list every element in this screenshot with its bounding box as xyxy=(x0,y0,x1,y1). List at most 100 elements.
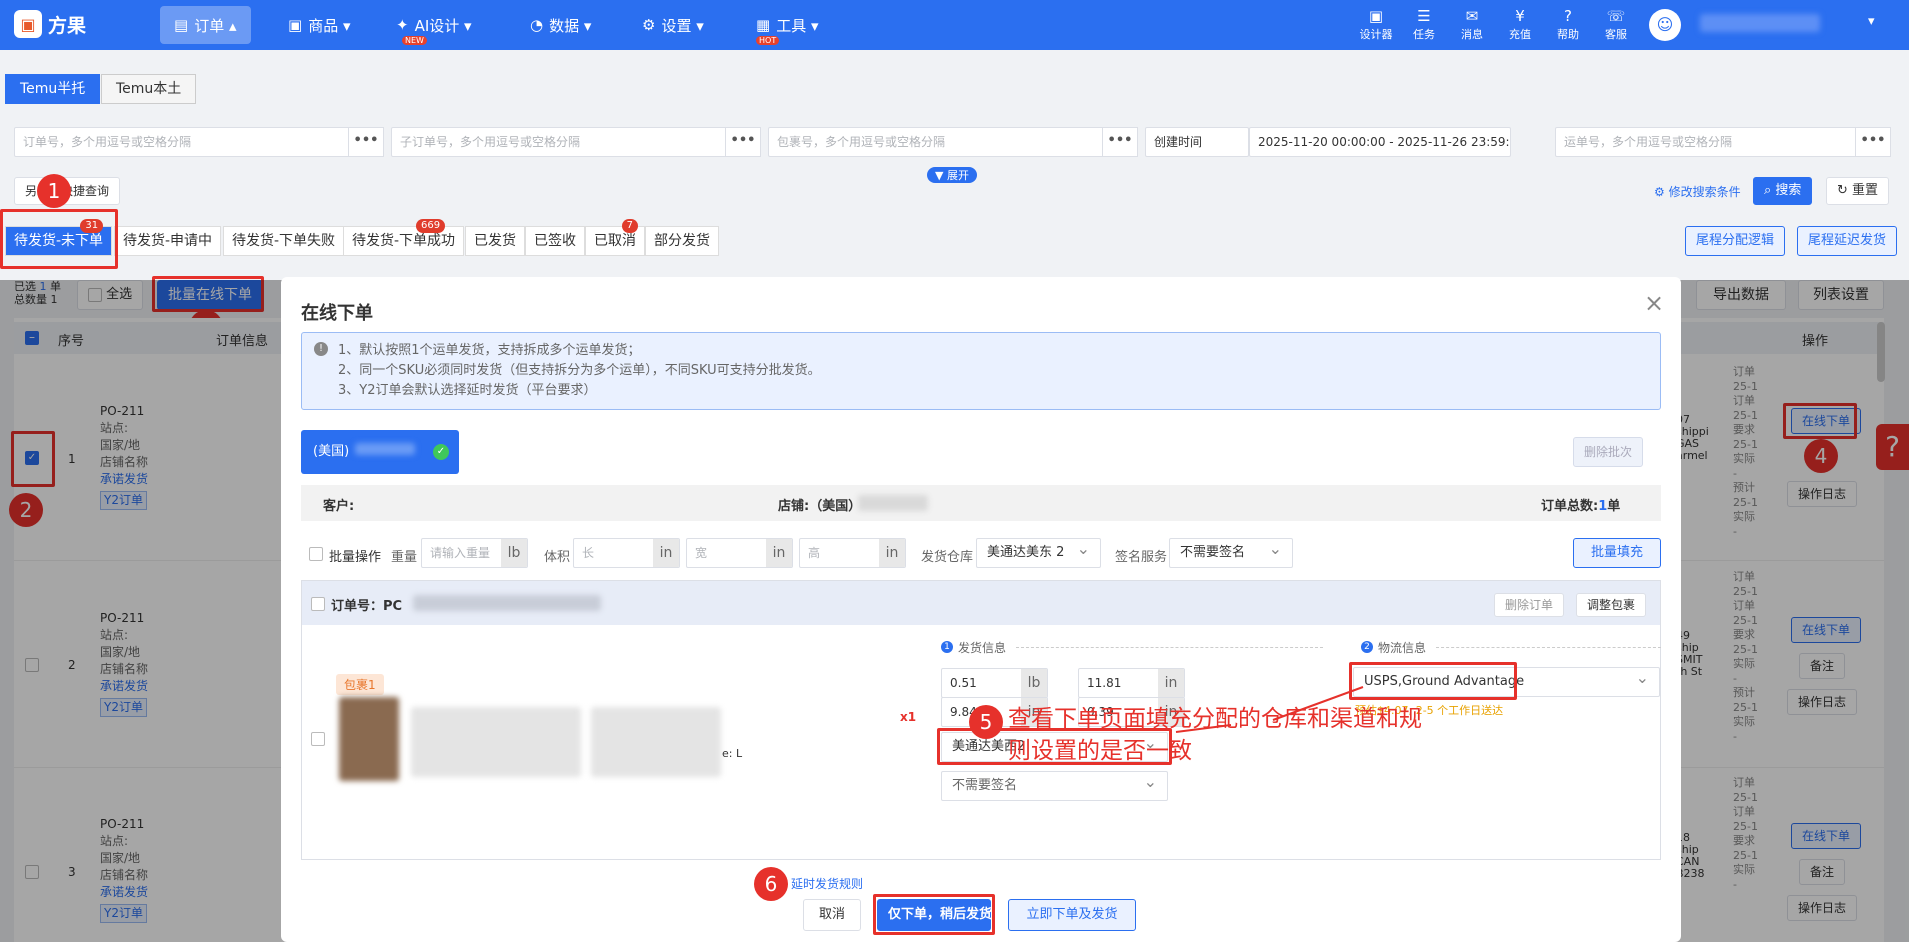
chevron-down-icon[interactable]: ▾ xyxy=(1868,14,1875,29)
total-label: 订单总数: xyxy=(1541,499,1599,514)
more-button[interactable]: ••• xyxy=(348,127,384,157)
unit: in xyxy=(653,539,679,567)
quantity: x1 xyxy=(900,710,917,724)
order-checkbox[interactable] xyxy=(311,597,325,611)
tail-logic-button[interactable]: 尾程分配逻辑 xyxy=(1685,226,1786,256)
user-avatar[interactable]: ☺ xyxy=(1649,9,1681,41)
notice-box: ! 1、默认按照1个运单发货，支持拆成多个运单发货； 2、同一个SKU必须同时发货… xyxy=(301,332,1661,410)
tool-label: 充值 xyxy=(1509,28,1531,41)
time-type-select[interactable]: 创建时间 xyxy=(1145,127,1249,157)
help-icon: ? xyxy=(1564,7,1572,25)
gear-icon: ⚙ xyxy=(1654,185,1669,199)
batch-label: (美国) xyxy=(313,444,350,459)
batch-fill-button[interactable]: 批量填充 xyxy=(1573,538,1661,568)
value: 0.51 xyxy=(950,676,977,690)
package-no-input[interactable]: 包裹号，多个用逗号或空格分隔 xyxy=(768,127,1104,157)
nav-label: 设置 ▾ xyxy=(661,16,704,35)
username-blurred xyxy=(1700,14,1830,34)
batch-tab[interactable]: (美国) ✓ xyxy=(301,430,459,474)
length-input[interactable]: 长 in xyxy=(573,538,680,568)
reset-label: 重置 xyxy=(1852,183,1879,198)
order-ship-now-button[interactable]: 立即下单及发货 xyxy=(1008,899,1136,931)
weight-label: 重量 xyxy=(391,550,418,565)
placeholder: 请输入重量 xyxy=(430,546,491,560)
nav-settings[interactable]: ⚙ 设置 ▾ xyxy=(628,6,718,44)
tab-signed[interactable]: 已签收 xyxy=(525,226,585,256)
tab-label: 已取消 xyxy=(594,233,636,249)
note-line: 3、Y2订单会默认选择延时发货（平台要求） xyxy=(338,383,597,398)
tool-label: 帮助 xyxy=(1557,28,1579,41)
modify-label: 修改搜索条件 xyxy=(1668,185,1741,199)
count-badge: 7 xyxy=(621,219,638,233)
tool-messages[interactable]: ✉ 消息 xyxy=(1452,6,1492,42)
more-button[interactable]: ••• xyxy=(1102,127,1138,157)
tool-label: 任务 xyxy=(1413,28,1435,41)
step-marker-5: 5 xyxy=(969,705,1003,739)
warehouse-select[interactable]: 美通达美东 2 xyxy=(976,535,1101,568)
placeholder: 宽 xyxy=(695,546,708,560)
tab-pending-success[interactable]: 待发货-下单成功 669 xyxy=(343,219,465,256)
close-icon[interactable]: × xyxy=(1644,289,1664,317)
time-range-input[interactable]: 2025-11-20 00:00:00 - 2025-11-26 23:59:5… xyxy=(1249,127,1511,157)
tool-label: 设计器 xyxy=(1359,28,1393,41)
height-input[interactable]: 高 in xyxy=(799,538,906,568)
modal-title: 在线下单 xyxy=(301,303,373,324)
tab-partial[interactable]: 部分发货 xyxy=(645,226,719,256)
adjust-package-button[interactable]: 调整包裹 xyxy=(1576,593,1647,617)
order-no-input[interactable]: 订单号，多个用逗号或空格分隔 xyxy=(14,127,350,157)
more-button[interactable]: ••• xyxy=(725,127,761,157)
unit: in xyxy=(766,539,792,567)
search-icon: ⌕ xyxy=(1764,183,1776,198)
tab-cancelled[interactable]: 已取消 7 xyxy=(585,219,645,256)
expand-button[interactable]: ▼ 展开 xyxy=(927,167,977,183)
tool-tasks[interactable]: ☰ 任务 xyxy=(1404,6,1444,42)
sub-order-input[interactable]: 子订单号，多个用逗号或空格分隔 xyxy=(391,127,727,157)
headset-icon: ☏ xyxy=(1606,7,1626,25)
tail-delay-button[interactable]: 尾程延迟发货 xyxy=(1797,226,1898,256)
order-no-label: 订单号：PC xyxy=(331,599,403,614)
item-checkbox[interactable] xyxy=(311,732,325,746)
step-number-icon: 1 xyxy=(941,641,953,653)
message-icon: ✉ xyxy=(1465,7,1479,25)
blurred-order-no xyxy=(413,595,601,611)
nav-ai-design[interactable]: ✦ AI设计 ▾ xyxy=(382,6,486,44)
tab-shipped[interactable]: 已发货 xyxy=(465,226,525,256)
divider xyxy=(1436,647,1661,648)
waybill-input[interactable]: 运单号，多个用逗号或空格分隔 xyxy=(1555,127,1857,157)
tool-designer[interactable]: ▣ 设计器 xyxy=(1356,6,1396,42)
app-logo[interactable]: ▣ 方果 xyxy=(14,10,86,38)
reset-icon: ↻ xyxy=(1837,183,1853,198)
tab-pending-failed[interactable]: 待发货-下单失败 xyxy=(223,226,345,256)
modify-search-link[interactable]: ⚙ 修改搜索条件 xyxy=(1654,183,1741,200)
ship-sign-select[interactable]: 不需要签名 xyxy=(941,768,1168,801)
nav-label: 订单 ▴ xyxy=(194,16,237,35)
tab-temu-local[interactable]: Temu本土 xyxy=(101,74,197,104)
callout-text: 查看下单页面填充分配的仓库和渠道和规则设置的是否一致 xyxy=(1008,706,1422,764)
ship-info-title: 发货信息 xyxy=(958,641,1007,655)
batch-op-checkbox[interactable] xyxy=(309,547,323,561)
sign-select[interactable]: 不需要签名 xyxy=(1169,535,1293,568)
tab-temu-semi[interactable]: Temu半托 xyxy=(5,74,101,104)
shop-label: 店铺:（美国） xyxy=(778,499,862,514)
tool-recharge[interactable]: ¥ 充值 xyxy=(1500,6,1540,42)
delete-order-button[interactable]: 删除订单 xyxy=(1494,593,1565,617)
tab-pending-applying[interactable]: 待发货-申请中 xyxy=(114,226,222,256)
reset-button[interactable]: ↻ 重置 xyxy=(1826,177,1890,205)
search-button[interactable]: ⌕ 搜索 xyxy=(1753,177,1813,205)
orders-icon: ▤ xyxy=(174,16,189,34)
tool-service[interactable]: ☏ 客服 xyxy=(1596,6,1636,42)
cancel-button[interactable]: 取消 xyxy=(803,899,861,931)
delete-batch-button[interactable]: 删除批次 xyxy=(1573,437,1644,467)
width-input[interactable]: 宽 in xyxy=(686,538,793,568)
delay-rule-link[interactable]: 延时发货规则 xyxy=(791,875,863,892)
batch-op-label: 批量操作 xyxy=(329,550,382,565)
tool-help[interactable]: ? 帮助 xyxy=(1548,6,1588,42)
nav-products[interactable]: ▣ 商品 ▾ xyxy=(274,6,365,44)
blurred-sku-info xyxy=(591,707,721,777)
check-icon: ✓ xyxy=(433,444,449,460)
note-line: 2、同一个SKU必须同时发货（但支持拆分为多个运单），不同SKU可支持分批发货。 xyxy=(338,363,821,378)
nav-orders[interactable]: ▤ 订单 ▴ xyxy=(160,6,251,44)
nav-data[interactable]: ◔ 数据 ▾ xyxy=(516,6,605,44)
more-button[interactable]: ••• xyxy=(1855,127,1891,157)
weight-input[interactable]: 请输入重量 lb xyxy=(421,538,528,568)
